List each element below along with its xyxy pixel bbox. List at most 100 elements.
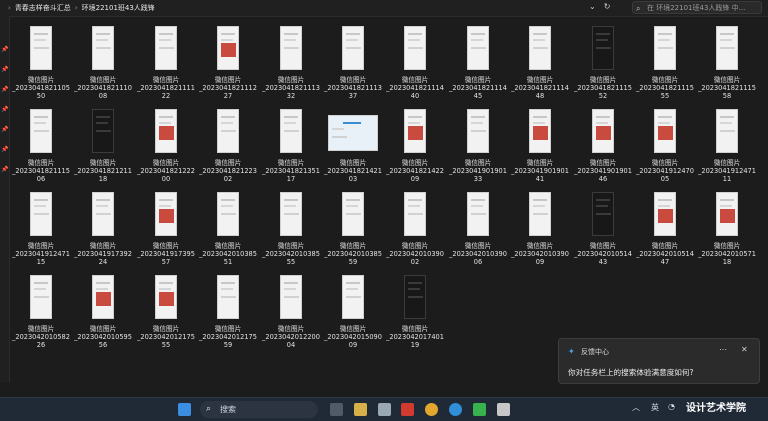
- file-explorer-icon[interactable]: [354, 403, 367, 416]
- file-item[interactable]: 微信图片 _2023042010385 51: [197, 186, 259, 268]
- browser-icon[interactable]: [425, 403, 438, 416]
- image-thumbnail: [592, 109, 614, 153]
- app-icon[interactable]: [401, 403, 414, 416]
- chevron-up-icon[interactable]: ︿: [632, 402, 640, 413]
- file-item[interactable]: 微信图片 _2023041821115 06: [10, 103, 72, 185]
- file-item[interactable]: 微信图片 _2023042017401 19: [384, 269, 446, 351]
- file-item[interactable]: 微信图片 _2023042010390 06: [447, 186, 509, 268]
- file-item[interactable]: 微信图片 _2023042015090 09: [322, 269, 384, 351]
- file-item[interactable]: 微信图片 _2023042010514 47: [634, 186, 696, 268]
- file-name-line: 09: [410, 175, 420, 183]
- file-item[interactable]: 微信图片 _2023042012175 59: [197, 269, 259, 351]
- file-name-line: _2023041917395: [137, 250, 195, 258]
- file-item[interactable]: 微信图片 _2023041917395 57: [135, 186, 197, 268]
- file-item[interactable]: 微信图片 _2023041821114 40: [384, 20, 446, 102]
- start-button-icon[interactable]: [178, 403, 191, 416]
- navigation-pane[interactable]: 📌 📌 📌 📌 📌 📌 📌: [0, 16, 10, 382]
- file-name: 微信图片 _2023042010514 47: [634, 242, 696, 266]
- file-item[interactable]: 微信图片 _2023041912471 11: [696, 103, 758, 185]
- file-item[interactable]: 微信图片 _2023041821422 09: [384, 103, 446, 185]
- file-item[interactable]: 微信图片 _2023041821115 58: [696, 20, 758, 102]
- more-options-icon[interactable]: ⋯: [719, 345, 727, 354]
- image-thumbnail: [328, 115, 378, 151]
- file-name-line: 47: [660, 258, 670, 266]
- file-name-line: _2023041912471: [12, 250, 70, 258]
- file-item[interactable]: 微信图片 _2023041821223 02: [197, 103, 259, 185]
- file-grid: 微信图片 _2023041821105 50 微信图片 _2023041821110 08…: [10, 20, 760, 382]
- file-item[interactable]: 微信图片 _2023042012200 04: [260, 269, 322, 351]
- file-item[interactable]: 微信图片 _2023042010385 59: [322, 186, 384, 268]
- file-item[interactable]: 微信图片 _2023041821421 03: [322, 103, 384, 185]
- file-item[interactable]: 微信图片 _2023041821351 17: [260, 103, 322, 185]
- file-item[interactable]: 微信图片 _2023042010595 56: [72, 269, 134, 351]
- breadcrumb-item-parent[interactable]: 青春志样奋斗汇总: [15, 3, 71, 13]
- search-input[interactable]: ⌕ 在 环境22101班43人践锋 中...: [632, 1, 762, 14]
- close-icon[interactable]: ✕: [741, 345, 748, 354]
- file-name: 微信图片 _2023042010385 59: [322, 242, 384, 266]
- file-item[interactable]: 微信图片 _2023042010385 55: [260, 186, 322, 268]
- file-item[interactable]: 微信图片 _2023042010514 43: [572, 186, 634, 268]
- image-thumbnail: [280, 275, 302, 319]
- feedback-hub-icon: ✦: [568, 347, 575, 356]
- file-name: 微信图片 _2023041821113 32: [260, 76, 322, 100]
- file-item[interactable]: 微信图片 _2023041821114 48: [509, 20, 571, 102]
- file-item[interactable]: 微信图片 _2023041821112 27: [197, 20, 259, 102]
- file-name-line: 17: [286, 175, 296, 183]
- input-language[interactable]: 英: [651, 402, 659, 413]
- file-item[interactable]: 微信图片 _2023041912470 05: [634, 103, 696, 185]
- file-item[interactable]: 微信图片 _2023041821114 45: [447, 20, 509, 102]
- image-thumbnail: [716, 109, 738, 153]
- file-item[interactable]: 微信图片 _2023041821115 52: [572, 20, 634, 102]
- file-item[interactable]: 微信图片 _2023042010390 02: [384, 186, 446, 268]
- app-icon[interactable]: [497, 403, 510, 416]
- file-item[interactable]: 微信图片 _2023041901901 46: [572, 103, 634, 185]
- file-item[interactable]: 微信图片 _2023042012175 55: [135, 269, 197, 351]
- file-item[interactable]: 微信图片 _2023041917392 24: [72, 186, 134, 268]
- file-name-line: 55: [161, 341, 171, 349]
- file-item[interactable]: 微信图片 _2023041901901 41: [509, 103, 571, 185]
- task-view-icon[interactable]: [330, 403, 343, 416]
- app-icon[interactable]: [378, 403, 391, 416]
- file-item[interactable]: 微信图片 _2023042010571 18: [696, 186, 758, 268]
- breadcrumb-item-current[interactable]: 环境22101班43人践锋: [82, 3, 155, 13]
- notification-toast[interactable]: ✦ 反馈中心 ⋯ ✕ 你对任务栏上的搜索体验满意度如何?: [558, 338, 760, 384]
- image-thumbnail: [404, 192, 426, 236]
- taskbar-search[interactable]: ⌕ 搜索: [200, 401, 318, 418]
- file-name-line: 微信图片: [89, 76, 117, 84]
- file-item[interactable]: 微信图片 _2023041821115 55: [634, 20, 696, 102]
- file-name-line: 微信图片: [526, 242, 554, 250]
- chevron-down-icon[interactable]: ⌄: [589, 2, 596, 11]
- file-name-line: _2023041821351: [262, 167, 320, 175]
- chevron-right-icon: ›: [8, 4, 11, 12]
- file-name-line: _2023042012175: [199, 333, 257, 341]
- pin-icon: 📌: [1, 126, 9, 133]
- file-name-line: _2023041821115: [698, 84, 756, 92]
- file-name-line: _2023041821114: [386, 84, 444, 92]
- wechat-icon[interactable]: [473, 403, 486, 416]
- file-item[interactable]: 微信图片 _2023042010390 09: [509, 186, 571, 268]
- file-item[interactable]: 微信图片 _2023042010582 26: [10, 269, 72, 351]
- file-item[interactable]: 微信图片 _2023041821111 22: [135, 20, 197, 102]
- file-item[interactable]: 微信图片 _2023041821211 18: [72, 103, 134, 185]
- edge-icon[interactable]: [449, 403, 462, 416]
- file-item[interactable]: 微信图片 _2023041821113 37: [322, 20, 384, 102]
- wifi-icon[interactable]: ◔: [668, 402, 675, 411]
- file-name: 微信图片 _2023041901901 41: [509, 159, 571, 183]
- file-item[interactable]: 微信图片 _2023041901901 33: [447, 103, 509, 185]
- file-name: 微信图片 _2023042010390 09: [509, 242, 571, 266]
- file-name-line: 微信图片: [589, 242, 617, 250]
- file-item[interactable]: 微信图片 _2023041821105 50: [10, 20, 72, 102]
- pin-icon: 📌: [1, 86, 9, 93]
- file-item[interactable]: 微信图片 _2023041821110 08: [72, 20, 134, 102]
- image-thumbnail: [654, 109, 676, 153]
- file-name: 微信图片 _2023041901901 33: [447, 159, 509, 183]
- file-name-line: 26: [36, 341, 46, 349]
- refresh-icon[interactable]: ↻: [604, 2, 611, 11]
- breadcrumb[interactable]: › 青春志样奋斗汇总 › 环境22101班43人践锋: [4, 2, 155, 14]
- file-item[interactable]: 微信图片 _2023041821222 00: [135, 103, 197, 185]
- file-item[interactable]: 微信图片 _2023041821113 32: [260, 20, 322, 102]
- file-item[interactable]: 微信图片 _2023041912471 15: [10, 186, 72, 268]
- file-name-line: 微信图片: [214, 159, 242, 167]
- file-name: 微信图片 _2023041821114 48: [509, 76, 571, 100]
- file-name-line: _2023041821422: [386, 167, 444, 175]
